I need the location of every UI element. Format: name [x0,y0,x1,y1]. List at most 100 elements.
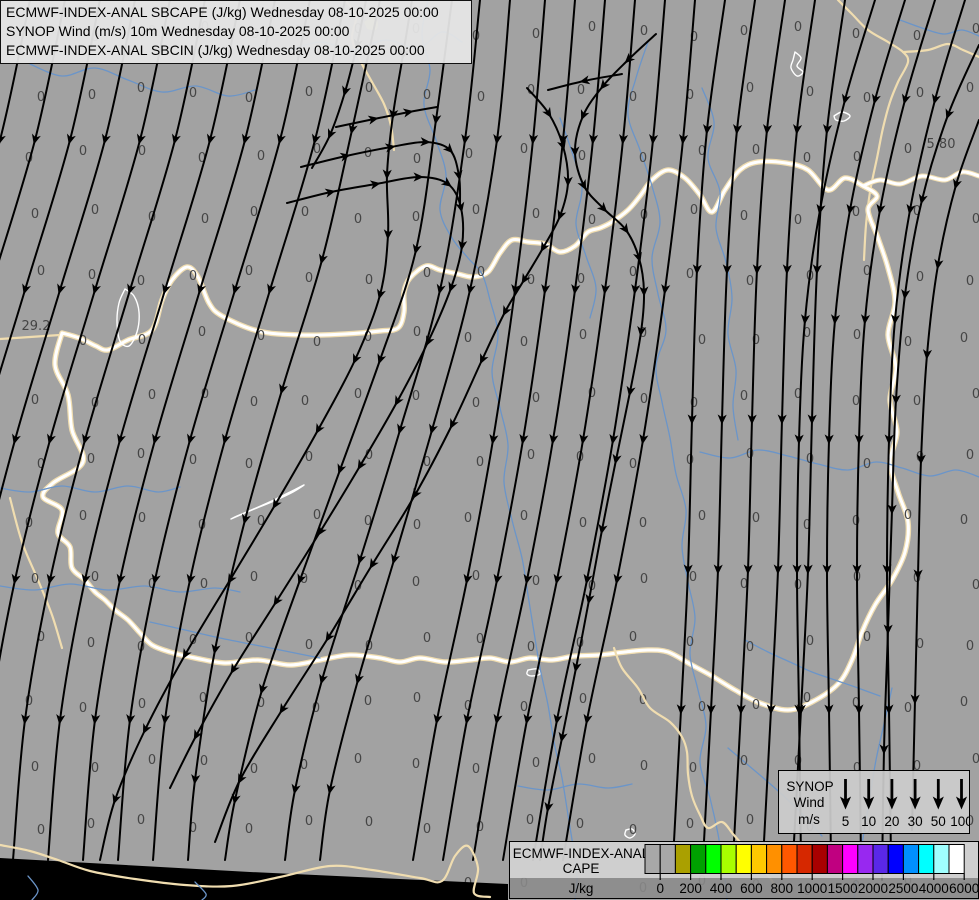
cape-tick-label: 1000 [797,881,827,896]
station-value: 0 [698,509,706,524]
station-value: 0 [690,203,698,218]
station-value: 0 [863,457,871,472]
cape-swatch [674,844,692,874]
station-value: 0 [579,692,587,707]
station-value: 0 [526,813,534,828]
cape-tick-label: 2000 [858,881,888,896]
station-value: 0 [464,331,472,346]
station-value: 0 [88,88,96,103]
station-value: 0 [629,823,637,838]
wind-speed-label: 100 [950,814,970,829]
station-value: 0 [138,511,146,526]
wind-speed-label: 30 [908,814,923,829]
station-value: 0 [629,630,637,645]
cape-tick-label: 400 [710,881,733,896]
station-value: 0 [200,577,208,592]
cape-swatch [735,844,752,874]
station-value: 0 [477,265,485,280]
wind-speed-label: 20 [884,814,899,829]
station-value: 0 [87,636,95,651]
station-value: 0 [740,24,748,39]
station-value: 0 [301,205,309,220]
station-value: 0 [137,447,145,462]
station-value: 0 [966,448,974,463]
station-value: 0 [863,91,871,106]
title-line-sbcape: ECMWF-INDEX-ANAL SBCAPE (J/kg) Wednesday… [6,4,439,20]
station-value: 0 [746,274,754,289]
station-value: 0 [88,268,96,283]
station-value: 0 [577,83,585,98]
station-value: 0 [689,570,697,585]
station-value: 0 [803,151,811,166]
station-value: 0 [305,271,313,286]
station-value: 0 [852,514,860,529]
station-value: 0 [527,640,535,655]
station-value: 0 [472,396,480,411]
station-value: 0 [520,509,528,524]
cape-tick-label: 1500 [828,881,858,896]
cape-tick-label: 800 [771,881,794,896]
station-value: 0 [354,752,362,767]
cape-legend-subtitle: CAPE [563,861,600,876]
cape-swatch [826,844,844,874]
station-value: 0 [354,212,362,227]
wind-speed-label: 10 [861,814,876,829]
cape-swatch [948,844,965,874]
station-value: 0 [37,264,45,279]
station-value: 0 [31,760,39,775]
cape-colorbar-legend: ECMWF-INDEX-ANAL CAPE J/kg 0 200 400 600 800… [509,841,979,899]
station-value: 0 [532,207,540,222]
station-value: 0 [148,753,156,768]
station-value: 0 [532,574,540,589]
station-value: 0 [412,389,420,404]
station-value: 0 [37,823,45,838]
station-value: 0 [79,701,87,716]
station-value: 0 [904,335,912,350]
station-value: 0 [189,86,197,101]
station-value: 0 [752,333,760,348]
title-line-sbcin: ECMWF-INDEX-ANAL SBCIN (J/kg) Wednesday … [6,42,425,58]
station-value: 0 [245,91,253,106]
station-value: 0 [579,328,587,343]
station-value: 0 [79,144,87,159]
station-value: 0 [916,270,924,285]
station-value: 0 [852,27,860,42]
wind-legend-units: m/s [798,812,820,827]
station-value: 0 [806,634,814,649]
station-value: 0 [532,756,540,771]
station-value: 0 [904,508,912,523]
station-value: 0 [313,508,321,523]
station-value: 0 [313,335,321,350]
station-value: 0 [686,817,694,832]
station-value: 0 [423,266,431,281]
cape-swatch [766,844,783,874]
cape-swatch [811,844,828,874]
station-value: 0 [520,142,528,157]
station-value: 0 [520,700,528,715]
cape-tick-label: 200 [679,881,702,896]
station-value: 0 [527,448,535,463]
station-value: 0 [972,752,979,767]
station-value: 0 [746,640,754,655]
wind-legend-title: SYNOP [786,779,833,794]
station-value: 0 [250,762,258,777]
station-value: 0 [803,691,811,706]
cape-swatch [842,844,859,874]
station-value: 0 [916,86,924,101]
station-value: 0 [852,394,860,409]
cape-swatch [902,844,920,874]
station-value: 0 [472,569,480,584]
station-value: 0 [576,817,584,832]
station-value: 0 [588,752,596,767]
station-value: 0 [245,264,253,279]
cape-swatch [918,844,935,874]
station-value: 0 [960,331,968,346]
station-value: 0 [640,392,648,407]
station-value: 0 [423,822,431,837]
station-value: 0 [198,325,206,340]
station-value: 0 [364,146,372,161]
wind-speed-label: 5 [842,814,850,829]
station-value: 0 [960,513,968,528]
station-value: 0 [305,85,313,100]
cape-swatch [796,844,813,874]
